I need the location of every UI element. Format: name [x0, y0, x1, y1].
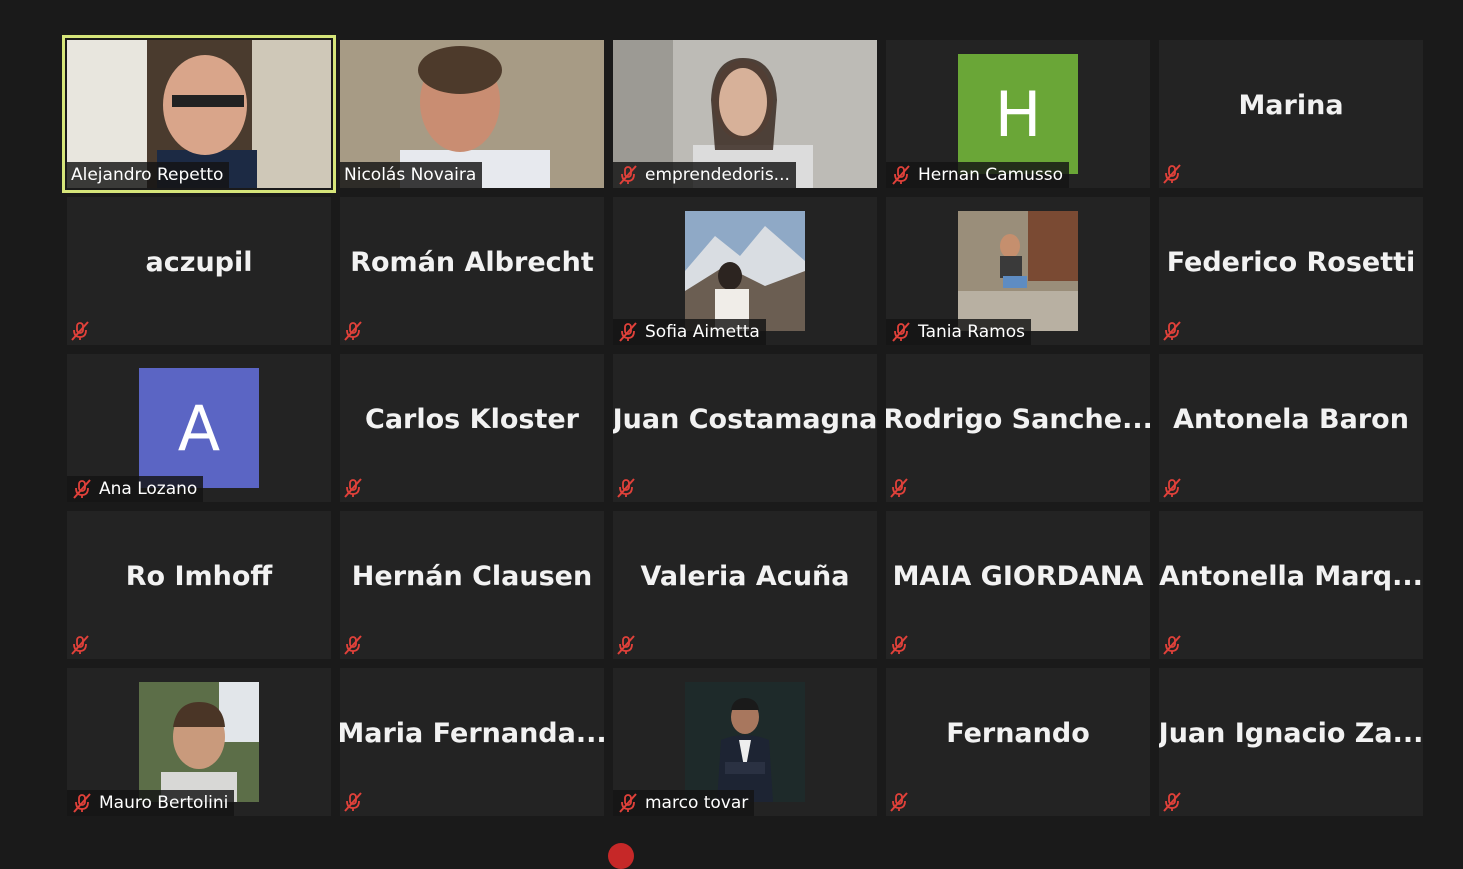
participant-tile[interactable]: Rodrigo Sanche... [886, 354, 1150, 502]
mic-muted-icon [342, 791, 364, 813]
mic-muted-icon [1161, 163, 1183, 185]
participant-name-label: Hernan Camusso [886, 162, 1070, 188]
participant-tile[interactable]: Federico Rosetti [1159, 197, 1423, 345]
participant-tile[interactable]: Ro Imhoff [67, 511, 331, 659]
mic-muted-icon [1161, 791, 1183, 813]
participant-tile[interactable]: Marina [1159, 40, 1423, 188]
participant-tile[interactable]: Tania Ramos [886, 197, 1150, 345]
participant-name: Mauro Bertolini [99, 793, 229, 813]
participant-name-label: Mauro Bertolini [67, 790, 235, 816]
participant-tile[interactable]: Carlos Kloster [340, 354, 604, 502]
participant-name: Sofia Aimetta [645, 322, 760, 342]
participant-name: Nicolás Novaira [344, 165, 477, 185]
mic-muted-icon [69, 634, 91, 656]
participant-tile[interactable]: Fernando [886, 668, 1150, 816]
participant-name: marco tovar [645, 793, 749, 813]
participant-tile[interactable]: MAIA GIORDANA [886, 511, 1150, 659]
mic-muted-icon [71, 792, 93, 814]
participant-display-name: Antonella Marq... [1159, 560, 1423, 592]
participant-display-name: Fernando [946, 717, 1090, 749]
participant-display-name: Juan Ignacio Za... [1159, 717, 1423, 749]
participant-tile[interactable]: Mauro Bertolini [67, 668, 331, 816]
participant-name: emprendedoris... [645, 165, 790, 185]
participant-tile[interactable]: H Hernan Camusso [886, 40, 1150, 188]
mic-muted-icon [617, 792, 639, 814]
participant-display-name: aczupil [145, 246, 253, 278]
mic-muted-icon [617, 164, 639, 186]
participant-tile[interactable]: marco tovar [613, 668, 877, 816]
participant-name-label: Nicolás Novaira [340, 162, 483, 188]
mic-muted-icon [888, 634, 910, 656]
participant-tile[interactable]: Maria Fernanda... [340, 668, 604, 816]
participant-display-name: Rodrigo Sanche... [886, 403, 1150, 435]
mic-muted-icon [1161, 320, 1183, 342]
participant-display-name: Marina [1238, 89, 1344, 121]
participant-tile[interactable]: emprendedoris... [613, 40, 877, 188]
participant-name-label: emprendedoris... [613, 162, 796, 188]
participant-name-label: marco tovar [613, 790, 755, 816]
mic-muted-icon [342, 320, 364, 342]
participant-tile[interactable]: Alejandro Repetto [62, 35, 336, 193]
mic-muted-icon [615, 634, 637, 656]
participant-display-name: Valeria Acuña [640, 560, 850, 592]
record-indicator[interactable] [608, 843, 634, 869]
participant-tile[interactable]: Juan Costamagna [613, 354, 877, 502]
participant-tile[interactable]: Román Albrecht [340, 197, 604, 345]
mic-muted-icon [888, 477, 910, 499]
participant-tile[interactable]: Juan Ignacio Za... [1159, 668, 1423, 816]
participant-tile[interactable]: aczupil [67, 197, 331, 345]
participant-tile[interactable]: Antonela Baron [1159, 354, 1423, 502]
mic-muted-icon [1161, 477, 1183, 499]
initials-avatar: H [958, 54, 1078, 174]
participant-display-name: Antonela Baron [1173, 403, 1409, 435]
participant-tile[interactable]: Sofia Aimetta [613, 197, 877, 345]
participant-name-label: Tania Ramos [886, 319, 1031, 345]
participant-gallery: Alejandro Repetto Nicolás Novaira emprend… [62, 35, 1423, 816]
mic-muted-icon [342, 634, 364, 656]
participant-tile[interactable]: Hernán Clausen [340, 511, 604, 659]
participant-name-label: Sofia Aimetta [613, 319, 766, 345]
mic-muted-icon [617, 321, 639, 343]
participant-display-name: Hernán Clausen [351, 560, 593, 592]
mic-muted-icon [1161, 634, 1183, 656]
participant-display-name: Federico Rosetti [1166, 246, 1416, 278]
mic-muted-icon [888, 791, 910, 813]
participant-tile[interactable]: Nicolás Novaira [340, 40, 604, 188]
mic-muted-icon [71, 478, 93, 500]
mic-muted-icon [615, 477, 637, 499]
participant-display-name: Juan Costamagna [613, 403, 877, 435]
participant-name-label: Alejandro Repetto [67, 162, 230, 188]
mic-muted-icon [69, 320, 91, 342]
participant-name: Hernan Camusso [918, 165, 1064, 185]
mic-muted-icon [342, 477, 364, 499]
mic-muted-icon [890, 321, 912, 343]
participant-tile[interactable]: A Ana Lozano [67, 354, 331, 502]
participant-name: Tania Ramos [918, 322, 1025, 342]
participant-tile[interactable]: Valeria Acuña [613, 511, 877, 659]
participant-name: Ana Lozano [99, 479, 198, 499]
participant-display-name: Román Albrecht [350, 246, 594, 278]
participant-display-name: Ro Imhoff [125, 560, 273, 592]
participant-name-label: Ana Lozano [67, 476, 204, 502]
participant-display-name: Carlos Kloster [365, 403, 579, 435]
participant-name: Alejandro Repetto [71, 165, 224, 185]
participant-tile[interactable]: Antonella Marq... [1159, 511, 1423, 659]
participant-display-name: Maria Fernanda... [340, 717, 604, 749]
initials-avatar: A [139, 368, 259, 488]
participant-display-name: MAIA GIORDANA [892, 560, 1144, 592]
mic-muted-icon [890, 164, 912, 186]
